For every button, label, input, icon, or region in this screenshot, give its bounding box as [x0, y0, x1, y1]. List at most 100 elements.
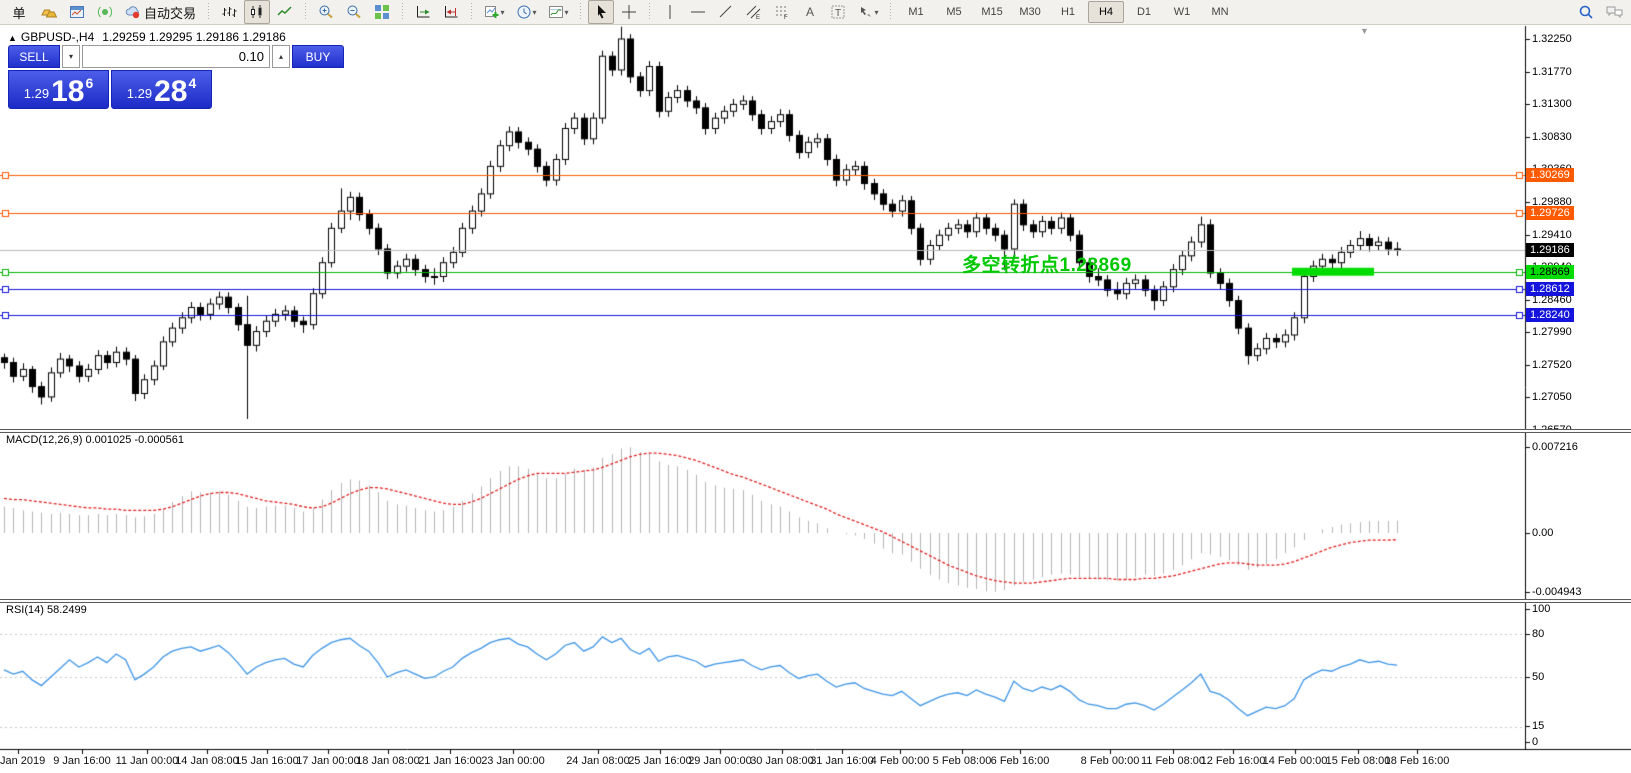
signal-icon: [97, 4, 113, 20]
text-label-tool-button[interactable]: T: [825, 0, 851, 24]
date-tick-label: 24 Jan 08:00: [566, 755, 630, 767]
tile-windows-button[interactable]: [369, 0, 395, 24]
price-level-badge: 1.28869: [1526, 265, 1574, 279]
date-tick-label: 29 Jan 00:00: [688, 755, 752, 767]
chart-canvas[interactable]: [0, 0, 1631, 773]
volume-input[interactable]: [82, 45, 270, 68]
fibonacci-icon: F: [774, 4, 790, 20]
buy-price-small: 1.29: [127, 86, 152, 101]
horizontal-line-tool-button[interactable]: [685, 0, 711, 24]
bar-chart-button[interactable]: [216, 0, 242, 24]
volume-increase-button[interactable]: ▴: [272, 45, 290, 68]
zoom-out-icon: [346, 4, 362, 20]
zoom-in-button[interactable]: [313, 0, 339, 24]
search-button[interactable]: [1573, 0, 1599, 24]
autotrade-button[interactable]: 自动交易: [120, 0, 201, 24]
timeframe-m15-button[interactable]: M15: [974, 1, 1010, 23]
crosshair-icon: [621, 4, 637, 20]
date-tick-label: 11 Jan 00:00: [116, 755, 179, 767]
price-level-badge: 1.28612: [1526, 282, 1574, 296]
price-tick-label: 1.32250: [1532, 33, 1572, 45]
chevron-down-icon: ▾: [875, 8, 879, 17]
market-window-icon: [69, 4, 85, 20]
rsi-pane-splitter[interactable]: [0, 599, 1631, 603]
timeframe-mn-button[interactable]: MN: [1202, 1, 1238, 23]
indicator-tick-label: -0.004943: [1532, 586, 1582, 598]
timeframe-h1-button[interactable]: H1: [1050, 1, 1086, 23]
buy-price-quote[interactable]: 1.29284: [111, 70, 212, 109]
price-tick-label: 1.31770: [1532, 66, 1572, 78]
vertical-line-icon: [662, 4, 678, 20]
price-level-badge: 1.28240: [1526, 308, 1574, 322]
timeframe-m5-button[interactable]: M5: [936, 1, 972, 23]
svg-text:A: A: [806, 5, 814, 19]
timeframe-w1-button[interactable]: W1: [1164, 1, 1200, 23]
tile-windows-icon: [374, 4, 390, 20]
toolbar-separator: [647, 3, 652, 21]
date-tick-label: 25 Jan 16:00: [628, 755, 692, 767]
date-tick-label: 14 Feb 00:00: [1263, 755, 1328, 767]
chevron-down-icon: ▾: [565, 8, 569, 17]
price-level-badge: 1.29186: [1526, 243, 1574, 257]
crosshair-tool-button[interactable]: [616, 0, 642, 24]
auto-scroll-button[interactable]: [410, 0, 436, 24]
signal-button[interactable]: [92, 0, 118, 24]
date-tick-label: 9 Jan 16:00: [53, 755, 111, 767]
new-order-button[interactable]: 单: [4, 0, 34, 24]
candlestick-chart-button[interactable]: [244, 0, 270, 24]
timeframe-m1-button[interactable]: M1: [898, 1, 934, 23]
trendline-tool-button[interactable]: [713, 0, 739, 24]
price-tick-label: 1.30830: [1532, 131, 1572, 143]
market-window-button[interactable]: [64, 0, 90, 24]
buy-price-big: 28: [154, 77, 187, 106]
sell-price-quote[interactable]: 1.29186: [8, 70, 109, 109]
candlestick-icon: [249, 4, 265, 20]
timeframe-h4-button[interactable]: H4: [1088, 1, 1124, 23]
toolbar-separator: [888, 3, 893, 21]
equidistant-channel-tool-button[interactable]: E: [741, 0, 767, 24]
templates-dropdown[interactable]: ▾: [543, 0, 573, 24]
arrows-dropdown[interactable]: ▾: [853, 0, 883, 24]
svg-text:E: E: [756, 15, 760, 20]
text-icon: A: [802, 4, 818, 20]
line-chart-button[interactable]: [272, 0, 298, 24]
vertical-line-tool-button[interactable]: [657, 0, 683, 24]
macd-pane-splitter[interactable]: [0, 429, 1631, 433]
indicator-tick-label: 0.007216: [1532, 441, 1578, 453]
bar-chart-icon: [221, 4, 237, 20]
date-tick-label: 8 Jan 2019: [0, 755, 45, 767]
timeframe-group: M1M5M15M30H1H4D1W1MN: [897, 1, 1239, 23]
timeframe-d1-button[interactable]: D1: [1126, 1, 1162, 23]
cursor-tool-button[interactable]: [588, 0, 614, 24]
date-tick-label: 6 Feb 16:00: [991, 755, 1050, 767]
chevron-down-icon: ▾: [533, 8, 537, 17]
chart-shift-button[interactable]: [438, 0, 464, 24]
timeframe-m30-button[interactable]: M30: [1012, 1, 1048, 23]
buy-button[interactable]: BUY: [292, 45, 344, 68]
toolbar: 单 自动交易: [0, 0, 1631, 25]
indicator-tick-label: 15: [1532, 720, 1544, 732]
fibonacci-tool-button[interactable]: F: [769, 0, 795, 24]
price-tick-label: 1.27520: [1532, 359, 1572, 371]
ohlc-values: 1.29259 1.29295 1.29186 1.29186: [102, 30, 286, 44]
volume-decrease-button[interactable]: ▾: [62, 45, 80, 68]
equidistant-channel-icon: E: [746, 4, 762, 20]
date-tick-label: 30 Jan 08:00: [750, 755, 814, 767]
periods-dropdown[interactable]: ▾: [511, 0, 541, 24]
trendline-icon: [718, 4, 734, 20]
new-chart-dropdown[interactable]: ▾: [479, 0, 509, 24]
indicator-tick-label: 0.00: [1532, 527, 1553, 539]
chart-shift-icon: [443, 4, 459, 20]
sell-button[interactable]: SELL: [8, 45, 60, 68]
auto-scroll-icon: [415, 4, 431, 20]
date-tick-label: 23 Jan 00:00: [481, 755, 545, 767]
zoom-out-button[interactable]: [341, 0, 367, 24]
svg-text:F: F: [784, 15, 788, 20]
gold-button[interactable]: [36, 0, 62, 24]
price-tick-label: 1.27050: [1532, 391, 1572, 403]
chart-ohlc-title: ▲GBPUSD-,H41.29259 1.29295 1.29186 1.291…: [8, 30, 286, 44]
toolbar-separator: [206, 3, 211, 21]
chat-button[interactable]: [1601, 0, 1627, 24]
mt4-window: 单 自动交易: [0, 0, 1631, 773]
text-tool-button[interactable]: A: [797, 0, 823, 24]
